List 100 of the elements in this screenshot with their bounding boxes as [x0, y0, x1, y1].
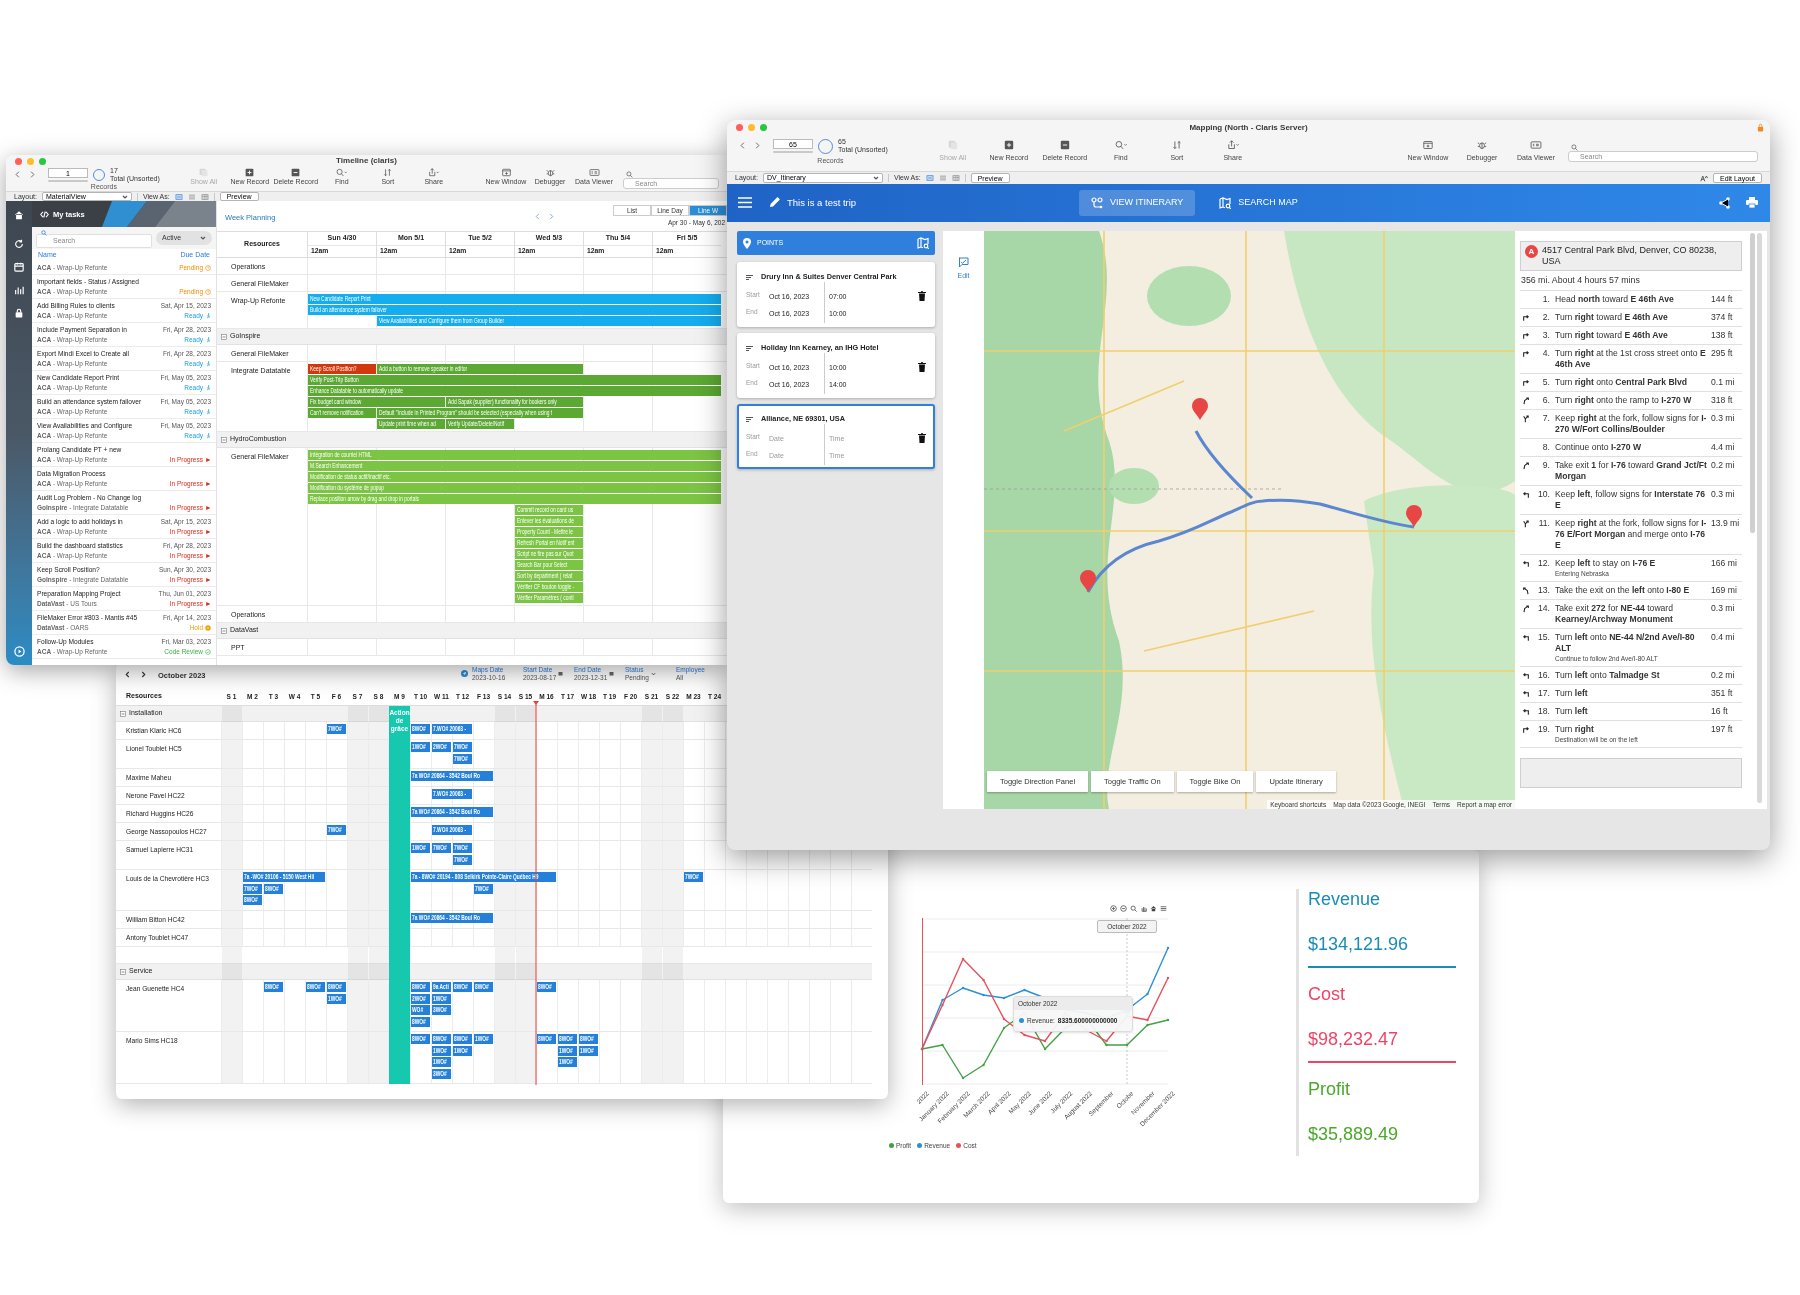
forward-icon[interactable]: [29, 170, 36, 179]
data-viewer-icon: [1529, 140, 1543, 150]
step-distance: 374 ft: [1710, 312, 1734, 323]
home-icon[interactable]: [1150, 905, 1157, 912]
step-distance: 13.9 mi: [1710, 518, 1741, 529]
step-instruction: Continue onto I-270 W: [1555, 442, 1642, 453]
trash-icon[interactable]: [918, 291, 926, 301]
chevron-left-icon[interactable]: [125, 671, 130, 678]
forward-icon[interactable]: [754, 141, 761, 150]
drag-handle-icon[interactable]: [746, 274, 753, 280]
marker-badge: A: [1525, 245, 1538, 258]
collapse-icon[interactable]: [221, 627, 227, 634]
collapse-icon[interactable]: [221, 436, 227, 443]
step-instruction: Turn left onto NE-44 N/2nd Ave/I-80 ALT: [1555, 632, 1696, 654]
share-icon: [1225, 140, 1240, 150]
calendar-icon[interactable]: [14, 262, 24, 272]
step-distance: 197 ft: [1710, 724, 1734, 735]
table-view-icon[interactable]: [200, 193, 209, 200]
lock-icon: [1757, 123, 1764, 132]
play-icon: [205, 600, 211, 607]
step-number: 3.: [1541, 330, 1550, 341]
turn-left-icon: [1522, 633, 1530, 642]
step-instruction: Take exit 1 for I-76 toward Grand Jct/Ft Morgan: [1555, 460, 1708, 482]
nav-tab[interactable]: VIEW ITINERARY: [1079, 190, 1196, 216]
route-summary: 356 mi. About 4 hours 57 mins: [1520, 271, 1742, 291]
step-number: 12.: [1537, 558, 1550, 569]
pencil-icon[interactable]: [769, 196, 781, 208]
share-icon: [427, 168, 441, 177]
check-icon: [205, 648, 211, 655]
zoom-in-icon[interactable]: [1110, 905, 1117, 912]
zoom-button[interactable]: [39, 158, 46, 165]
step-distance: 0.1 mi: [1710, 377, 1736, 388]
location-pin-icon: [743, 237, 751, 249]
table-view-icon[interactable]: [951, 175, 960, 181]
scrollbar[interactable]: [1757, 233, 1762, 803]
step-instruction: Turn left onto Talmadge St: [1555, 670, 1661, 681]
calendar-icon[interactable]: [558, 671, 564, 676]
step-distance: 144 ft: [1710, 294, 1734, 305]
drag-handle-icon[interactable]: [746, 345, 753, 351]
kpi-value: $98,232.47: [1308, 1028, 1400, 1051]
turn-left-icon: [1522, 671, 1530, 680]
search-icon: [1571, 144, 1578, 151]
step-instruction: Take exit 272 for NE-44 toward Kearney/Archway Monument: [1555, 603, 1674, 625]
fork-right-icon: [1522, 414, 1530, 423]
step-distance: 351 ft: [1710, 688, 1734, 699]
refresh-icon[interactable]: [14, 239, 24, 249]
trash-icon[interactable]: [918, 433, 926, 443]
print-icon[interactable]: [1746, 197, 1758, 208]
magnifier-icon[interactable]: [1130, 905, 1137, 912]
calendar-icon[interactable]: [609, 671, 615, 676]
step-number: 9.: [1541, 460, 1550, 471]
step-number: 14.: [1537, 603, 1550, 614]
chevron-right-icon[interactable]: [141, 671, 146, 678]
menu-icon[interactable]: [1160, 905, 1167, 912]
map-search-icon[interactable]: [917, 237, 929, 249]
turn-right-icon: [1522, 349, 1530, 358]
caret-icon[interactable]: [650, 672, 656, 676]
pause-icon: [205, 624, 211, 631]
lock-icon[interactable]: [14, 308, 24, 318]
close-button[interactable]: [15, 158, 22, 165]
step-number: 7.: [1541, 413, 1550, 424]
new-window-icon: [499, 168, 513, 177]
close-button[interactable]: [736, 124, 743, 131]
collapse-icon[interactable]: [120, 968, 126, 975]
ramp-left-icon: [1522, 586, 1530, 595]
step-distance: 138 ft: [1710, 330, 1734, 341]
form-view-icon[interactable]: [925, 175, 934, 181]
step-instruction: Turn right toward E 46th Ave: [1555, 312, 1669, 323]
back-icon[interactable]: [14, 170, 21, 179]
edit-note-icon[interactable]: [958, 257, 969, 268]
step-instruction: Turn right at the 1st cross street onto E 46th Ave: [1555, 348, 1707, 370]
zoom-out-icon[interactable]: [1120, 905, 1127, 912]
play-icon[interactable]: [13, 646, 25, 657]
caret-icon: [121, 194, 128, 199]
step-distance: 166 mi: [1710, 558, 1738, 569]
drag-handle-icon[interactable]: [746, 416, 753, 422]
step-instruction: Turn left: [1555, 706, 1589, 717]
share-icon[interactable]: [1719, 197, 1730, 209]
scrollbar[interactable]: [1750, 233, 1755, 533]
navigation-icon[interactable]: [461, 670, 468, 677]
nav-tab[interactable]: SEARCH MAP: [1207, 190, 1310, 216]
kpi-label: Revenue: [1308, 888, 1382, 910]
back-icon[interactable]: [739, 141, 746, 150]
collapse-icon[interactable]: [120, 710, 126, 717]
caret-icon: [872, 176, 879, 180]
step-instruction: Turn right onto the ramp to I-270 W: [1555, 395, 1693, 406]
step-instruction: Head north toward E 46th Ave: [1555, 294, 1675, 305]
origin-address: 4517 Central Park Blvd, Denver, CO 80238, USA: [1542, 245, 1718, 267]
step-instruction: Keep left, follow signs for Interstate 76 E: [1555, 489, 1706, 511]
text-size-icon[interactable]: [1699, 174, 1708, 182]
form-view-icon[interactable]: [174, 193, 183, 200]
chart-icon[interactable]: [14, 285, 24, 295]
turn-left-icon: [1522, 689, 1530, 698]
trash-icon[interactable]: [918, 362, 926, 372]
step-distance: 0.4 mi: [1710, 632, 1736, 643]
home-icon[interactable]: [14, 210, 24, 220]
step-instruction: Turn right: [1555, 724, 1595, 735]
new-window-icon: [1421, 140, 1435, 150]
collapse-icon[interactable]: [221, 333, 227, 340]
zoom-button[interactable]: [760, 124, 767, 131]
